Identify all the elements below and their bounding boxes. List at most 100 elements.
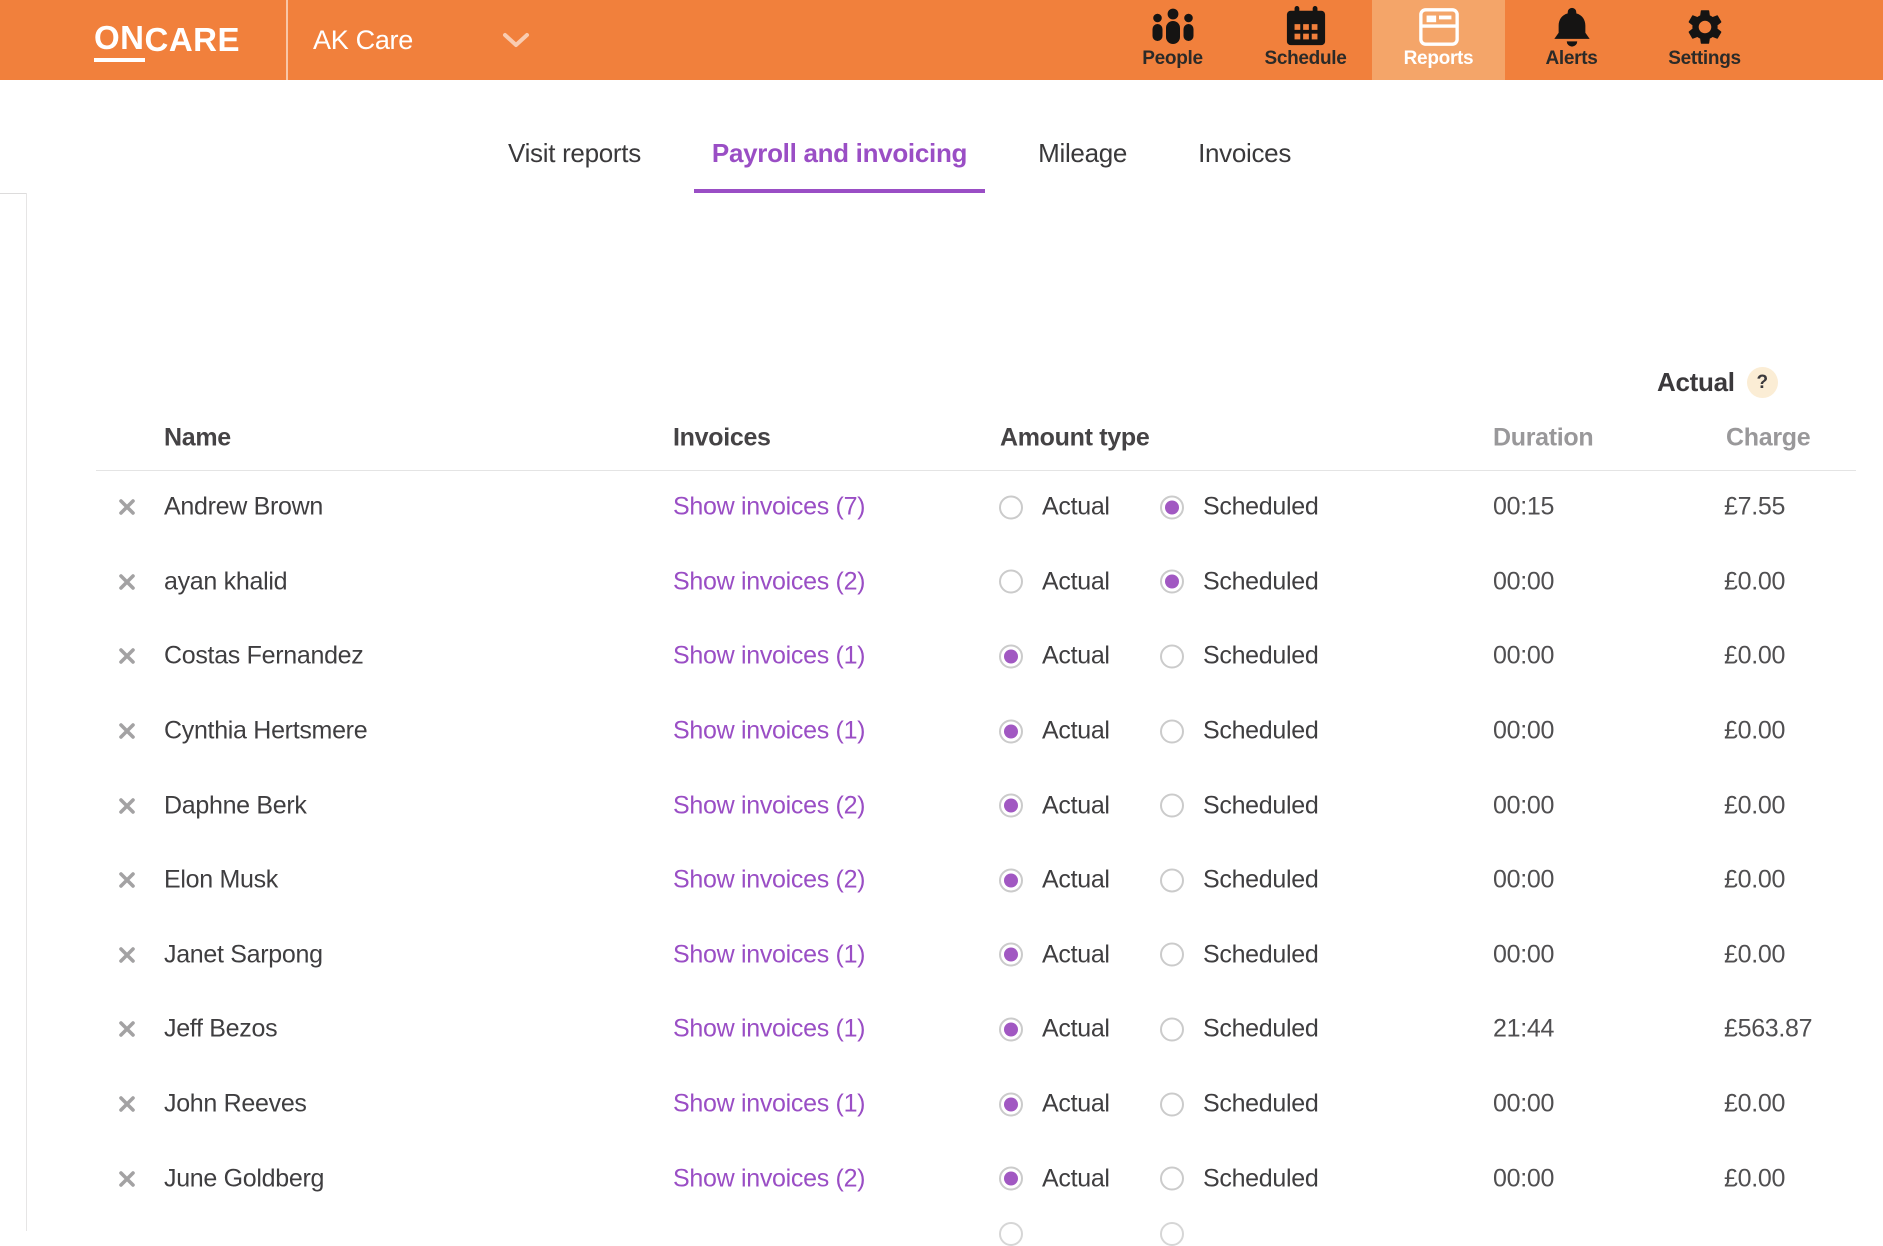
amount-type-scheduled-radio[interactable]: Scheduled — [1160, 717, 1318, 746]
show-invoices-link[interactable]: Show invoices (2) — [673, 1164, 865, 1193]
show-invoices-link[interactable]: Show invoices (1) — [673, 1015, 865, 1044]
nav-tab-schedule[interactable]: Schedule — [1239, 0, 1372, 80]
amount-type-actual-radio[interactable]: Actual — [999, 940, 1110, 969]
radio-icon — [999, 495, 1023, 519]
show-invoices-link[interactable]: Show invoices (2) — [673, 866, 865, 895]
remove-row-icon[interactable] — [118, 573, 136, 591]
amount-type-scheduled-radio[interactable]: Scheduled — [1160, 493, 1318, 522]
nav-tab-reports[interactable]: Reports — [1372, 0, 1505, 80]
help-icon[interactable]: ? — [1747, 367, 1778, 398]
amount-type-scheduled-radio[interactable]: Scheduled — [1160, 791, 1318, 820]
amount-type-actual-radio[interactable]: Actual — [999, 493, 1110, 522]
remove-row-icon[interactable] — [118, 1170, 136, 1188]
show-invoices-link[interactable]: Show invoices (2) — [673, 567, 865, 596]
radio-icon — [1160, 794, 1184, 818]
nav-label: Schedule — [1264, 48, 1346, 70]
amount-type-scheduled-radio[interactable]: Scheduled — [1160, 1090, 1318, 1119]
remove-row-icon[interactable] — [118, 1095, 136, 1113]
remove-row-icon[interactable] — [118, 797, 136, 815]
amount-type-actual-radio[interactable]: Actual — [999, 791, 1110, 820]
charge-value: £563.87 — [1724, 1015, 1812, 1044]
amount-type-actual-radio[interactable]: Actual — [999, 1164, 1110, 1193]
actual-column-flag: Actual ? — [1657, 367, 1778, 398]
org-selector[interactable]: AK Care — [313, 0, 413, 80]
person-name: June Goldberg — [164, 1164, 324, 1193]
remove-row-icon[interactable] — [118, 946, 136, 964]
remove-row-icon[interactable] — [118, 871, 136, 889]
show-invoices-link[interactable]: Show invoices (1) — [673, 1090, 865, 1119]
show-invoices-link[interactable]: Show invoices (2) — [673, 791, 865, 820]
amount-type-scheduled-radio[interactable]: Scheduled — [1160, 567, 1318, 596]
show-invoices-link[interactable]: Show invoices (1) — [673, 717, 865, 746]
remove-row-icon[interactable] — [118, 498, 136, 516]
nav-tab-people[interactable]: People — [1106, 0, 1239, 80]
radio-label: Scheduled — [1203, 791, 1318, 820]
amount-type-actual-radio[interactable]: Actual — [999, 866, 1110, 895]
radio-label: Actual — [1042, 1164, 1110, 1193]
person-name: Janet Sarpong — [164, 940, 323, 969]
radio-icon — [1160, 1167, 1184, 1191]
people-icon — [1150, 7, 1196, 47]
remove-row-icon[interactable] — [118, 1020, 136, 1038]
partial-next-row-radio — [1160, 1222, 1184, 1246]
amount-type-actual-radio[interactable]: Actual — [999, 567, 1110, 596]
charge-value: £0.00 — [1724, 1090, 1785, 1119]
amount-type-scheduled-radio[interactable]: Scheduled — [1160, 642, 1318, 671]
tab-mileage[interactable]: Mileage — [1020, 117, 1145, 193]
charge-value: £0.00 — [1724, 1164, 1785, 1193]
charge-value: £0.00 — [1724, 717, 1785, 746]
bell-icon — [1552, 7, 1592, 47]
radio-icon — [1160, 570, 1184, 594]
amount-type-scheduled-radio[interactable]: Scheduled — [1160, 1015, 1318, 1044]
radio-label: Actual — [1042, 1015, 1110, 1044]
radio-icon — [1160, 1092, 1184, 1116]
radio-icon — [1160, 868, 1184, 892]
column-header-name: Name — [164, 423, 231, 452]
person-name: Costas Fernandez — [164, 642, 363, 671]
tab-visit-reports[interactable]: Visit reports — [490, 117, 659, 193]
reports-icon — [1418, 7, 1460, 47]
radio-label: Actual — [1042, 791, 1110, 820]
logo-care: CARE — [145, 21, 241, 59]
reports-subnav: Visit reports Payroll and invoicing Mile… — [0, 80, 1883, 193]
table-row: Janet Sarpong Show invoices (1) Actual S… — [0, 918, 1883, 993]
amount-type-actual-radio[interactable]: Actual — [999, 642, 1110, 671]
tab-invoices[interactable]: Invoices — [1180, 117, 1309, 193]
tab-payroll-and-invoicing[interactable]: Payroll and invoicing — [694, 117, 985, 193]
radio-icon — [999, 644, 1023, 668]
show-invoices-link[interactable]: Show invoices (1) — [673, 642, 865, 671]
partial-next-row-radio — [999, 1222, 1023, 1246]
table-row: Costas Fernandez Show invoices (1) Actua… — [0, 619, 1883, 694]
remove-row-icon[interactable] — [118, 647, 136, 665]
person-name: Elon Musk — [164, 866, 278, 895]
nav-label: People — [1142, 48, 1203, 70]
radio-label: Scheduled — [1203, 493, 1318, 522]
amount-type-scheduled-radio[interactable]: Scheduled — [1160, 866, 1318, 895]
show-invoices-link[interactable]: Show invoices (7) — [673, 493, 865, 522]
radio-label: Scheduled — [1203, 717, 1318, 746]
radio-label: Scheduled — [1203, 866, 1318, 895]
amount-type-scheduled-radio[interactable]: Scheduled — [1160, 940, 1318, 969]
amount-type-actual-radio[interactable]: Actual — [999, 717, 1110, 746]
chevron-down-icon[interactable] — [502, 32, 530, 53]
header-divider — [286, 0, 288, 80]
table-row: Elon Musk Show invoices (2) Actual Sched… — [0, 843, 1883, 918]
nav-tab-settings[interactable]: Settings — [1638, 0, 1771, 80]
person-name: Daphne Berk — [164, 791, 307, 820]
remove-row-icon[interactable] — [118, 722, 136, 740]
amount-type-actual-radio[interactable]: Actual — [999, 1015, 1110, 1044]
person-name: Andrew Brown — [164, 493, 323, 522]
show-invoices-link[interactable]: Show invoices (1) — [673, 940, 865, 969]
radio-icon — [999, 719, 1023, 743]
amount-type-actual-radio[interactable]: Actual — [999, 1090, 1110, 1119]
amount-type-scheduled-radio[interactable]: Scheduled — [1160, 1164, 1318, 1193]
radio-icon — [1160, 943, 1184, 967]
radio-icon — [1160, 495, 1184, 519]
duration-value: 21:44 — [1493, 1015, 1554, 1044]
duration-value: 00:00 — [1493, 1164, 1554, 1193]
duration-value: 00:00 — [1493, 866, 1554, 895]
radio-label: Actual — [1042, 866, 1110, 895]
nav-tab-alerts[interactable]: Alerts — [1505, 0, 1638, 80]
table-row: Jeff Bezos Show invoices (1) Actual Sche… — [0, 992, 1883, 1067]
radio-label: Scheduled — [1203, 1164, 1318, 1193]
